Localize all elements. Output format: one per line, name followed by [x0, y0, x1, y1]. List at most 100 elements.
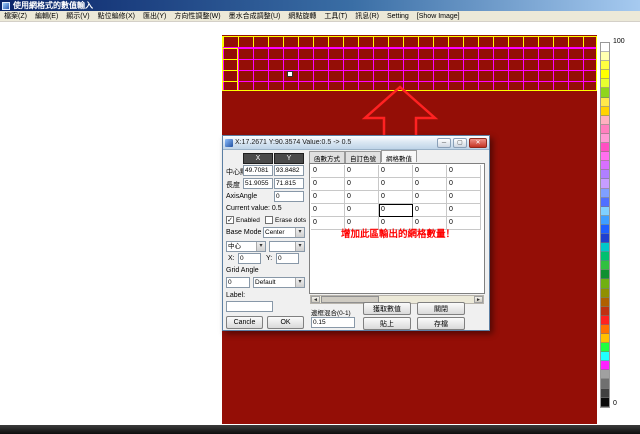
palette-swatch[interactable]	[601, 61, 609, 70]
palette-swatch[interactable]	[601, 225, 609, 234]
menu-item[interactable]: 工具(T)	[320, 11, 351, 21]
palette-swatch[interactable]	[601, 325, 609, 334]
palette-swatch[interactable]	[601, 352, 609, 361]
palette-swatch[interactable]	[601, 234, 609, 243]
grid-angle-input[interactable]	[226, 277, 250, 288]
grid-cell[interactable]: 0	[379, 204, 413, 217]
ok-button[interactable]: OK	[267, 316, 304, 329]
minimize-button[interactable]: ─	[437, 138, 451, 148]
base-mode-select[interactable]: Center ▾	[263, 227, 305, 238]
palette-swatch[interactable]	[601, 261, 609, 270]
grid-angle-mode-select[interactable]: Default ▾	[253, 277, 305, 288]
palette-swatch[interactable]	[601, 270, 609, 279]
grid-cell[interactable]: 0	[345, 178, 379, 191]
palette-swatch[interactable]	[601, 379, 609, 388]
palette-swatch[interactable]	[601, 79, 609, 88]
grid-cell[interactable]: 0	[311, 204, 345, 217]
palette-swatch[interactable]	[601, 398, 609, 407]
palette-swatch[interactable]	[601, 125, 609, 134]
palette-swatch[interactable]	[601, 334, 609, 343]
paste-button[interactable]: 貼上	[363, 317, 411, 330]
palette-swatch[interactable]	[601, 98, 609, 107]
length-y-input[interactable]	[274, 178, 304, 189]
length-x-input[interactable]	[243, 178, 273, 189]
dialog-tab[interactable]: 網格數值	[381, 150, 417, 162]
grid-cell[interactable]: 0	[379, 178, 413, 191]
palette-swatch[interactable]	[601, 316, 609, 325]
grid-cell[interactable]: 0	[447, 178, 481, 191]
palette-swatch[interactable]	[601, 116, 609, 125]
menu-item[interactable]: [Show Image]	[413, 13, 464, 20]
palette-swatch[interactable]	[601, 170, 609, 179]
save-button[interactable]: 存檔	[417, 317, 465, 330]
palette-swatch[interactable]	[601, 189, 609, 198]
palette-swatch[interactable]	[601, 52, 609, 61]
close-dialog-button[interactable]: 關閉	[417, 302, 465, 315]
grid-cell[interactable]: 0	[413, 191, 447, 204]
palette-swatch[interactable]	[601, 252, 609, 261]
menu-item[interactable]: Setting	[383, 13, 413, 20]
palette-swatch[interactable]	[601, 298, 609, 307]
close-button[interactable]: ✕	[469, 138, 487, 148]
maximize-button[interactable]: ▢	[453, 138, 467, 148]
palette-swatch[interactable]	[601, 161, 609, 170]
menu-item[interactable]: 訊息(R)	[351, 11, 383, 21]
dialog-tab[interactable]: 函數方式	[309, 151, 345, 163]
palette-swatch[interactable]	[601, 207, 609, 216]
offset-x-input[interactable]	[238, 253, 261, 264]
palette-swatch[interactable]	[601, 88, 609, 97]
grid-cell[interactable]: 0	[311, 165, 345, 178]
center-y-input[interactable]	[274, 165, 304, 176]
cancel-button[interactable]: Cancle	[226, 316, 263, 329]
grid-cell[interactable]: 0	[447, 204, 481, 217]
grid-cell[interactable]: 0	[311, 191, 345, 204]
scroll-left-icon[interactable]: ◄	[311, 296, 320, 303]
erase-dots-checkbox[interactable]: Erase dots	[265, 216, 306, 224]
palette-swatch[interactable]	[601, 107, 609, 116]
grid-cell[interactable]: 0	[345, 165, 379, 178]
grid-cell[interactable]: 0	[379, 191, 413, 204]
palette-swatch[interactable]	[601, 134, 609, 143]
grid-cell[interactable]: 0	[379, 165, 413, 178]
palette-swatch[interactable]	[601, 143, 609, 152]
menu-item[interactable]: 匯出(Y)	[139, 11, 170, 21]
palette-swatch[interactable]	[601, 343, 609, 352]
palette-swatch[interactable]	[601, 279, 609, 288]
menu-item[interactable]: 顯示(V)	[62, 11, 93, 21]
selection-handle[interactable]	[287, 71, 293, 77]
scroll-right-icon[interactable]: ►	[474, 296, 483, 303]
palette-swatch[interactable]	[601, 70, 609, 79]
axis-angle-input[interactable]	[274, 191, 304, 202]
center-x-input[interactable]	[243, 165, 273, 176]
palette-swatch[interactable]	[601, 389, 609, 398]
halftone-grid-region[interactable]	[222, 36, 597, 91]
menu-item[interactable]: 網點旋轉	[284, 11, 320, 21]
menu-item[interactable]: 點位編修(X)	[94, 11, 139, 21]
border-blend-input[interactable]	[311, 317, 355, 328]
anchor-select[interactable]: 中心 ▾	[226, 241, 266, 252]
window-titlebar[interactable]: 使用網格式的數值輸入	[0, 0, 640, 11]
os-taskbar[interactable]	[0, 425, 640, 434]
palette-swatch[interactable]	[601, 43, 609, 52]
anchor-secondary-select[interactable]: ▾	[269, 241, 305, 252]
menu-item[interactable]: 編輯(E)	[31, 11, 62, 21]
grid-cell[interactable]: 0	[447, 165, 481, 178]
palette-swatch[interactable]	[601, 179, 609, 188]
grid-cell[interactable]: 0	[447, 191, 481, 204]
get-values-button[interactable]: 獲取數值	[363, 302, 411, 315]
grid-cell[interactable]: 0	[311, 217, 345, 230]
menu-item[interactable]: 檔案(Z)	[0, 11, 31, 21]
label-input[interactable]	[226, 301, 273, 312]
offset-y-input[interactable]	[276, 253, 299, 264]
grid-cell[interactable]: 0	[311, 178, 345, 191]
grid-cell[interactable]: 0	[413, 178, 447, 191]
palette-swatch[interactable]	[601, 370, 609, 379]
palette-swatch[interactable]	[601, 152, 609, 161]
grid-cell[interactable]: 0	[345, 191, 379, 204]
dialog-titlebar[interactable]: X:17.2671 Y:90.3574 Value:0.5 -> 0.5 ─ ▢…	[223, 136, 489, 150]
grid-cell[interactable]: 0	[413, 165, 447, 178]
grid-cell[interactable]: 0	[345, 204, 379, 217]
palette-swatch[interactable]	[601, 361, 609, 370]
palette-swatch[interactable]	[601, 243, 609, 252]
palette-swatch[interactable]	[601, 198, 609, 207]
